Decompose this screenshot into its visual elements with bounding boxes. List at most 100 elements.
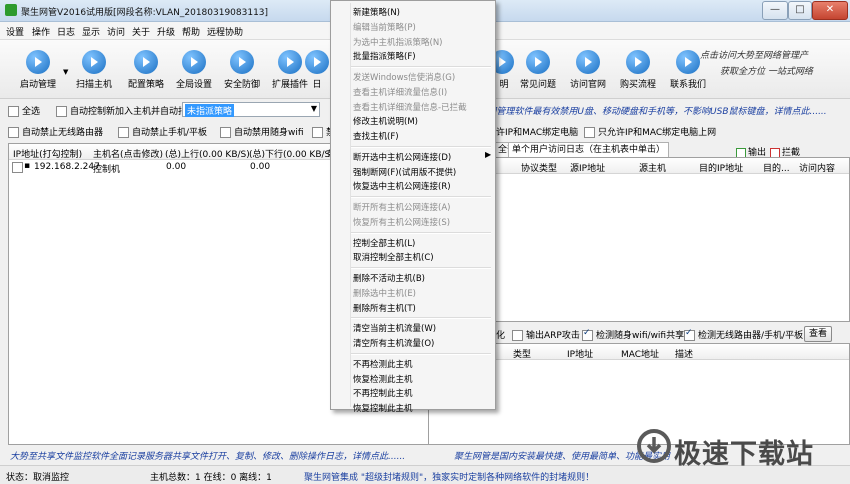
menu-separator: [351, 231, 491, 234]
checkbox-icon[interactable]: [12, 162, 23, 173]
help-doc-button[interactable]: 明: [490, 44, 514, 94]
menu-item[interactable]: 强制断网(F)(试用版不提供): [353, 166, 456, 178]
tab-single-user-log[interactable]: 单个用户访问日志（在主机表中单击）: [508, 142, 670, 158]
col-alert-ip[interactable]: IP地址: [567, 347, 593, 360]
log-icon: [305, 50, 329, 74]
settings-icon: [182, 50, 206, 74]
purchase-label: 购买流程: [619, 80, 656, 90]
status-message[interactable]: 聚生网管集成 "超级封堵规则"，独家实时定制各种网络软件的封堵规则！: [304, 470, 594, 483]
menu-item[interactable]: 控制全部主机(L): [353, 237, 415, 249]
menu-operate[interactable]: 操作: [32, 25, 50, 38]
menu-item[interactable]: 查找主机(F): [353, 130, 399, 142]
menu-view[interactable]: 显示: [82, 25, 100, 38]
col-upload[interactable]: (总)上行(0.00 KB/S): [165, 147, 250, 160]
arp-output-checkbox[interactable]: 输出ARP攻击: [512, 328, 580, 341]
col-src-host[interactable]: 源主机: [639, 161, 666, 174]
menu-item[interactable]: 恢复控制此主机: [353, 402, 413, 414]
start-manage-button[interactable]: 启动管理: [12, 44, 64, 94]
col-ip[interactable]: IP地址(打勾控制): [13, 147, 82, 160]
menu-item[interactable]: 不再控制此主机: [353, 387, 413, 399]
computer-icon: ▪: [24, 161, 31, 171]
detect-wifi-checkbox[interactable]: 检测随身wifi/wifi共享: [582, 328, 684, 341]
menu-item[interactable]: 断开所有主机公网连接(A): [353, 201, 450, 213]
col-download[interactable]: (总)下行(0.00 KB/S): [249, 147, 334, 160]
menu-item[interactable]: 恢复检测此主机: [353, 373, 413, 385]
menu-item[interactable]: 编辑当前策略(P): [353, 21, 416, 33]
menu-about[interactable]: 关于: [132, 25, 150, 38]
menu-item[interactable]: 发送Windows信使消息(G): [353, 71, 455, 83]
scan-host-label: 扫描主机: [75, 80, 112, 90]
menu-item[interactable]: 修改主机说明(M): [353, 115, 418, 127]
menu-item[interactable]: 恢复所有主机公网连接(S): [353, 216, 450, 228]
arp-output-label: 输出ARP攻击: [526, 331, 580, 341]
menu-log[interactable]: 日志: [57, 25, 75, 38]
col-content[interactable]: 访问内容: [799, 161, 835, 174]
col-mac[interactable]: MAC地址: [621, 347, 659, 360]
select-all-checkbox[interactable]: 全选: [8, 104, 40, 117]
faq-button[interactable]: 常见问题: [512, 44, 564, 94]
menu-help[interactable]: 帮助: [182, 25, 200, 38]
menu-upgrade[interactable]: 升级: [157, 25, 175, 38]
slogan-banner[interactable]: 点击访问大势至网络管理产 获取全方位 一站式网络: [700, 48, 848, 80]
select-all-label: 全选: [22, 107, 41, 117]
security-button[interactable]: 安全防御: [216, 44, 268, 94]
auto-control-checkbox[interactable]: 自动控制新加入主机并自动指派: [56, 104, 196, 117]
alert-opt-partial[interactable]: 化: [496, 328, 505, 341]
policy-select[interactable]: 未指派策略 ▼: [182, 102, 320, 117]
menu-settings[interactable]: 设置: [6, 25, 24, 38]
only-bind-checkbox[interactable]: 只允许IP和MAC绑定电脑上网: [584, 125, 716, 138]
col-protocol[interactable]: 协议类型: [521, 161, 557, 174]
menu-item[interactable]: 清空所有主机流量(O): [353, 337, 434, 349]
plugin-icon: [278, 50, 302, 74]
scan-host-button[interactable]: 扫描主机: [68, 44, 120, 94]
menu-item[interactable]: 批量指派策略(F): [353, 50, 416, 62]
share-monitor-link[interactable]: 大势至共享文件监控软件全面记录服务器共享文件打开、复制、修改、删除操作日志，详情…: [10, 449, 405, 462]
menu-item[interactable]: 删除选中主机(E): [353, 287, 416, 299]
phone-icon: [676, 50, 700, 74]
global-settings-button[interactable]: 全局设置: [168, 44, 220, 94]
menu-item[interactable]: 取消控制全部主机(C): [353, 251, 434, 263]
block-wifi-checkbox[interactable]: 自动禁用随身wifi: [220, 125, 304, 138]
menu-access[interactable]: 访问: [107, 25, 125, 38]
menu-item[interactable]: 查看主机详细流量信息-已拦截: [353, 101, 467, 113]
checkbox-icon: [582, 328, 593, 341]
maximize-button[interactable]: □: [788, 1, 812, 20]
close-button[interactable]: ✕: [812, 1, 848, 20]
purchase-button[interactable]: 购买流程: [612, 44, 664, 94]
usb-notice-link[interactable]: P网管理软件最有效禁用U盘、移动硬盘和手机等，不影响USB鼠标键盘，详情点此..…: [482, 104, 827, 117]
block-phone-checkbox[interactable]: 自动禁止手机/平板: [118, 125, 207, 138]
col-hostname[interactable]: 主机名(点击修改): [93, 147, 163, 160]
chevron-down-icon: ▼: [310, 104, 317, 113]
col-src-ip[interactable]: 源IP地址: [570, 161, 605, 174]
col-desc[interactable]: 描述: [675, 347, 693, 360]
menu-item[interactable]: 删除不活动主机(B): [353, 272, 425, 284]
globe-icon: [576, 50, 600, 74]
view-button[interactable]: 查看: [804, 326, 832, 342]
app-icon: [5, 4, 17, 16]
menu-item[interactable]: 清空当前主机流量(W): [353, 322, 436, 334]
slogan-line1: 点击访问大势至网络管理产: [700, 51, 809, 61]
table-row[interactable]: ▪ 192.168.2.247 控制机 0.00 0.00: [12, 161, 270, 175]
menu-item[interactable]: 查看主机详细流量信息(I): [353, 86, 447, 98]
col-dst-ip[interactable]: 目的IP地址: [699, 161, 743, 174]
log-label: 日: [312, 80, 322, 90]
col-type[interactable]: 类型: [513, 347, 531, 360]
window-title: 聚生网管V2016试用版[网段名称:VLAN_20180319083113]: [21, 8, 269, 18]
bind-ip-mac-label[interactable]: 许IP和MAC绑定电脑: [496, 125, 578, 138]
menu-item[interactable]: 删除所有主机(T): [353, 302, 416, 314]
menu-item[interactable]: 断开选中主机公网连接(D): [353, 151, 451, 163]
menu-gutter: [350, 3, 351, 407]
official-site-button[interactable]: 访问官网: [562, 44, 614, 94]
detect-router-checkbox[interactable]: 检测无线路由器/手机/平板: [684, 328, 803, 341]
minimize-button[interactable]: —: [762, 1, 788, 20]
menu-item[interactable]: 新建策略(N): [353, 6, 400, 18]
menu-item[interactable]: 不再检测此主机: [353, 358, 413, 370]
menu-item[interactable]: 恢复选中主机公网连接(R): [353, 180, 451, 192]
menu-separator: [351, 267, 491, 269]
menu-item[interactable]: 为选中主机指派策略(N): [353, 36, 443, 48]
config-policy-button[interactable]: 配置策略: [120, 44, 172, 94]
log-button[interactable]: 日: [304, 44, 330, 94]
menu-remote-help[interactable]: 远程协助: [207, 25, 243, 38]
block-router-checkbox[interactable]: 自动禁止无线路由器: [8, 125, 103, 138]
col-dst[interactable]: 目的...: [763, 161, 790, 174]
